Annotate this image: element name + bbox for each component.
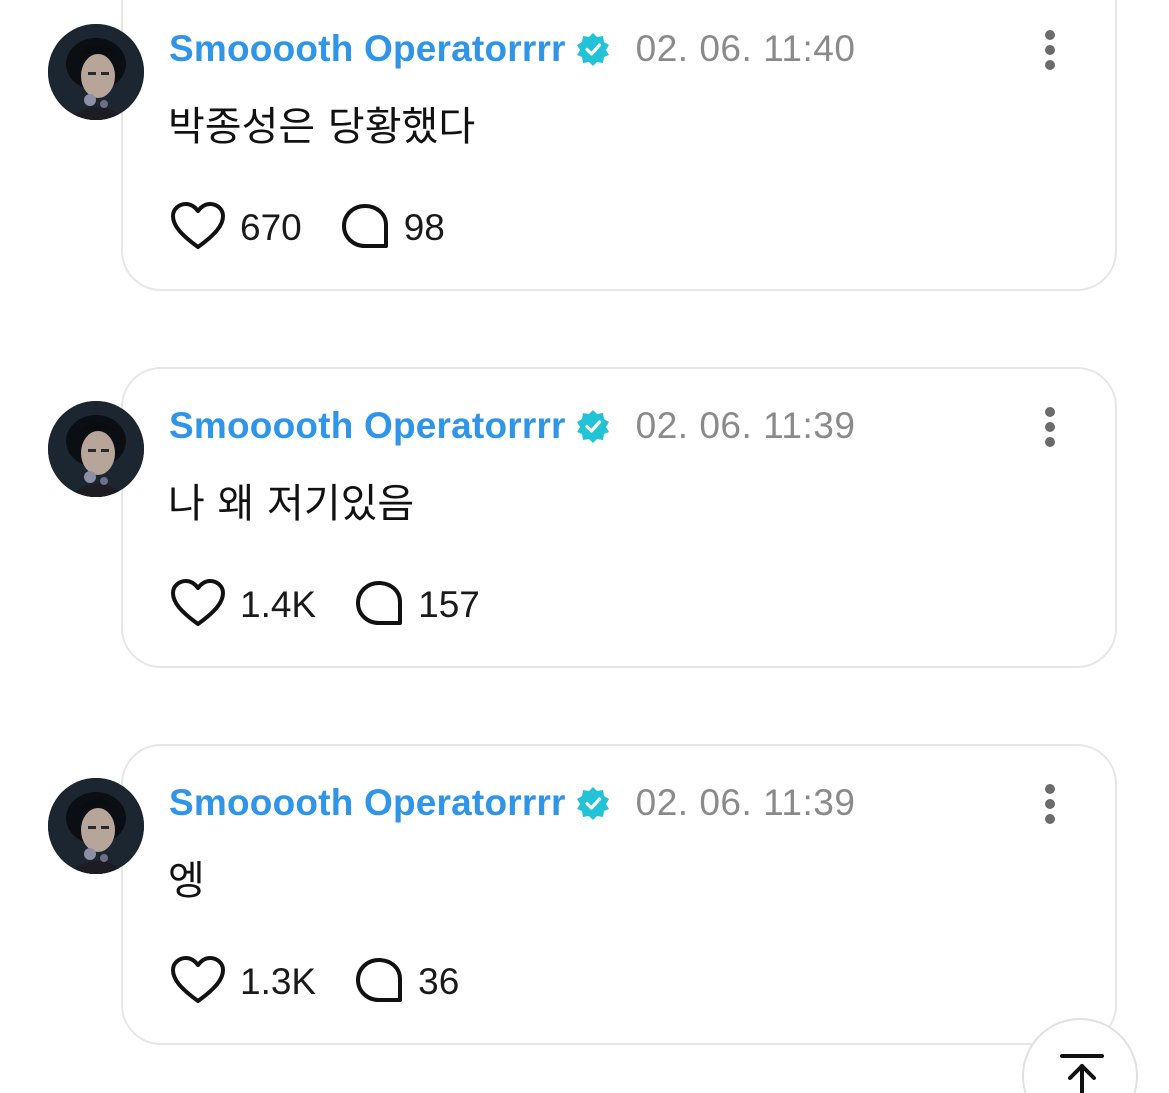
username-link[interactable]: Smooooth Operatorrrr bbox=[169, 28, 566, 70]
timestamp: 02. 06. 11:39 bbox=[635, 782, 856, 823]
timestamp: 02. 06. 11:40 bbox=[635, 28, 856, 69]
speech-bubble-icon bbox=[340, 202, 390, 255]
reply-count: 98 bbox=[403, 207, 445, 248]
arrow-up-to-top-icon bbox=[1058, 1052, 1106, 1093]
timestamp: 02. 06. 11:39 bbox=[635, 405, 856, 446]
post-actions: 1.3K 36 bbox=[170, 954, 459, 1010]
more-vertical-icon[interactable] bbox=[1036, 28, 1064, 72]
post-header: Smooooth Operatorrrr 02. 06. 11:40 bbox=[169, 25, 855, 73]
verified-badge-icon bbox=[576, 786, 610, 820]
avatar[interactable] bbox=[48, 778, 144, 874]
more-vertical-icon[interactable] bbox=[1036, 782, 1064, 826]
post-header: Smooooth Operatorrrr 02. 06. 11:39 bbox=[169, 402, 855, 450]
avatar[interactable] bbox=[48, 24, 144, 120]
speech-bubble-icon bbox=[354, 579, 404, 632]
post-text: 박종성은 당황했다 bbox=[168, 104, 476, 150]
more-vertical-icon[interactable] bbox=[1036, 405, 1064, 449]
reply-button[interactable]: 157 bbox=[354, 579, 480, 632]
post-actions: 1.4K 157 bbox=[170, 577, 480, 633]
like-button[interactable]: 1.4K bbox=[170, 578, 316, 633]
reply-button[interactable]: 98 bbox=[340, 202, 445, 255]
like-count: 670 bbox=[240, 207, 302, 248]
like-button[interactable]: 670 bbox=[170, 201, 302, 256]
like-button[interactable]: 1.3K bbox=[170, 955, 316, 1010]
heart-icon bbox=[170, 201, 226, 256]
verified-badge-icon bbox=[576, 32, 610, 66]
reply-count: 157 bbox=[418, 584, 480, 625]
avatar[interactable] bbox=[48, 401, 144, 497]
speech-bubble-icon bbox=[354, 956, 404, 1009]
post-actions: 670 98 bbox=[170, 200, 445, 256]
heart-icon bbox=[170, 955, 226, 1010]
post-text: 엥 bbox=[168, 858, 205, 904]
like-count: 1.3K bbox=[240, 961, 317, 1002]
post-header: Smooooth Operatorrrr 02. 06. 11:39 bbox=[169, 779, 855, 827]
verified-badge-icon bbox=[576, 409, 610, 443]
username-link[interactable]: Smooooth Operatorrrr bbox=[169, 782, 566, 824]
like-count: 1.4K bbox=[240, 584, 317, 625]
username-link[interactable]: Smooooth Operatorrrr bbox=[169, 405, 566, 447]
reply-button[interactable]: 36 bbox=[354, 956, 459, 1009]
post-text: 나 왜 저기있음 bbox=[168, 481, 415, 527]
reply-count: 36 bbox=[418, 961, 460, 1002]
heart-icon bbox=[170, 578, 226, 633]
